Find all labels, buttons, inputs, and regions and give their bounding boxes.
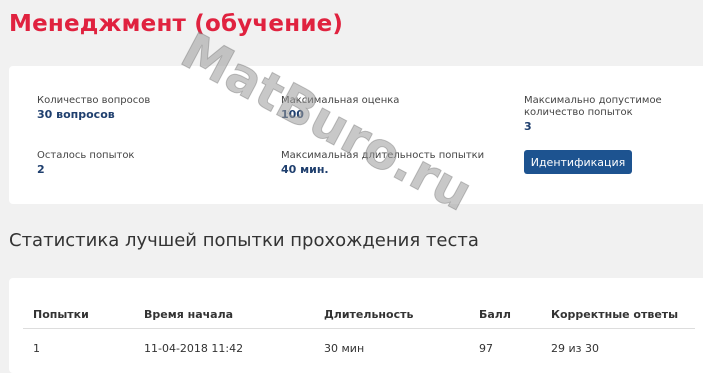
column-header-attempts: Попытки <box>33 308 89 321</box>
max-attempts: Максимально допустимое количество попыто… <box>524 95 703 133</box>
cell-score: 97 <box>479 342 493 355</box>
max-attempts-value: 3 <box>524 120 532 133</box>
identify-button[interactable]: Идентификация <box>524 150 632 174</box>
page-title: Менеджмент (обучение) <box>9 11 344 37</box>
questions-count: Количество вопросов 30 вопросов <box>37 95 150 121</box>
test-info-card: Количество вопросов 30 вопросов Максимал… <box>9 66 703 204</box>
remaining-attempts-value: 2 <box>37 163 45 176</box>
max-duration-value: 40 мин. <box>281 163 329 176</box>
max-score-value: 100 <box>281 108 304 121</box>
max-duration: Максимальная длительность попытки 40 мин… <box>281 150 484 176</box>
table-divider <box>23 328 695 329</box>
max-duration-label: Максимальная длительность попытки <box>281 150 485 161</box>
column-header-score: Балл <box>479 308 511 321</box>
cell-start-time: 11-04-2018 11:42 <box>144 342 244 355</box>
column-header-start-time: Время начала <box>144 308 234 321</box>
column-header-duration: Длительность <box>324 308 414 321</box>
stats-table: Попытки Время начала Длительность Балл К… <box>9 278 703 373</box>
max-score-label: Максимальная оценка <box>281 95 400 106</box>
max-score: Максимальная оценка 100 <box>281 95 399 121</box>
cell-correct-answers: 29 из 30 <box>551 342 599 355</box>
stats-title: Статистика лучшей попытки прохождения те… <box>9 230 479 251</box>
remaining-attempts-label: Осталось попыток <box>37 150 135 161</box>
remaining-attempts: Осталось попыток 2 <box>37 150 134 176</box>
column-header-correct-answers: Корректные ответы <box>551 308 679 321</box>
questions-count-value: 30 вопросов <box>37 108 115 121</box>
cell-duration: 30 мин <box>324 342 365 355</box>
max-attempts-label: Максимально допустимое количество попыто… <box>524 95 662 118</box>
cell-attempt: 1 <box>33 342 40 355</box>
questions-count-label: Количество вопросов <box>37 95 151 106</box>
